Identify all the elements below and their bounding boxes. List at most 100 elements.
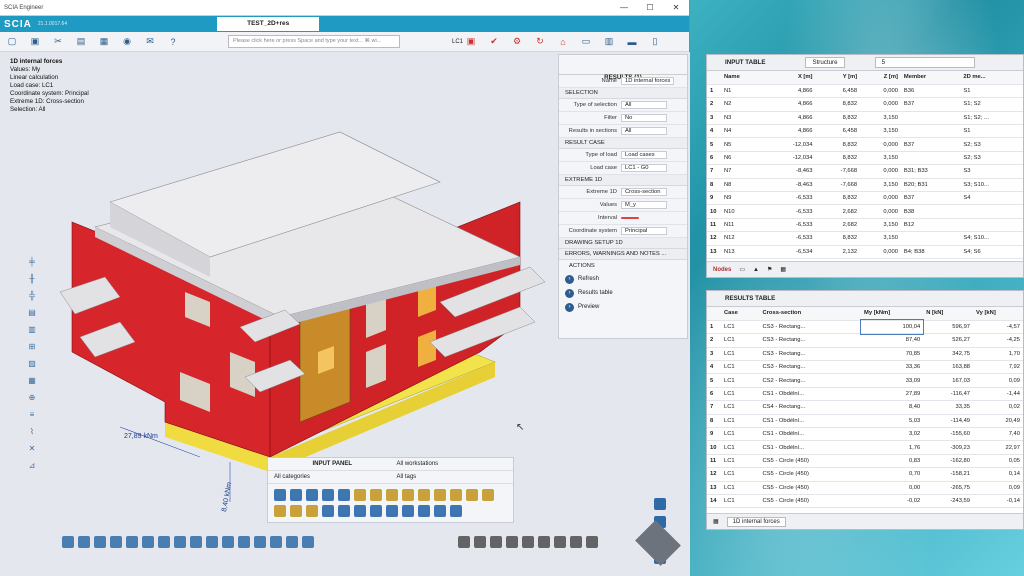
table-cell[interactable]: LC1 [721,347,760,362]
table-cell[interactable]: 3,150 [860,124,901,139]
table-cell[interactable]: 596,97 [923,320,974,335]
table-cell[interactable]: N13 [721,245,765,259]
table-cell[interactable]: N2 [721,97,765,112]
tool-icon[interactable]: ▤ [24,308,40,320]
table-cell[interactable]: CS5 - Circle (450) [759,494,862,509]
table-cell[interactable] [900,124,961,139]
refresh-action[interactable]: › Refresh [559,272,687,286]
results-tab-icon[interactable]: ▦ [713,518,719,525]
table-cell[interactable]: B37 [900,97,961,112]
table-cell[interactable]: -265,75 [923,481,974,495]
table-row[interactable]: 7 N7 -8,463 -7,668 0,000 B31; B33 S3 [707,164,1023,179]
input-tool-icon[interactable] [354,505,366,517]
table-cell[interactable]: 0,09 [973,481,1023,495]
filter-value[interactable]: 5 [874,57,975,68]
table-cell[interactable]: CS5 - Circle (450) [759,481,862,495]
table-cell[interactable]: LC1 [721,333,760,348]
table-cell[interactable]: LC1 [721,467,760,482]
table-cell[interactable]: LC1 [721,360,760,375]
bottom-tool-icon[interactable] [538,536,550,548]
bottom-tool-icon[interactable] [302,536,314,548]
bottom-tool-icon[interactable] [62,536,74,548]
bottom-tool-icon[interactable] [570,536,582,548]
view-icon[interactable]: ◉ [119,35,135,49]
table-cell[interactable]: B12 [900,218,961,233]
table-cell[interactable]: 0,000 [860,137,901,152]
input-tool-icon[interactable] [306,489,318,501]
table-cell[interactable]: 2,682 [815,204,861,219]
bottom-tool-icon[interactable] [238,536,250,548]
table-cell[interactable]: 163,88 [923,360,974,375]
table-cell[interactable]: -116,47 [923,387,974,402]
input-tool-icon[interactable] [354,489,366,501]
table-cell[interactable]: B38 [900,204,961,219]
table-cell[interactable]: N3 [721,111,765,126]
table-cell[interactable]: 14 [707,494,721,509]
settings-tools-icon[interactable]: ✂ [50,35,66,49]
table-cell[interactable]: 8 [707,178,721,193]
table-row[interactable]: 9 N9 -6,533 8,832 0,000 B37 S4 [707,191,1023,206]
document-tab[interactable]: TEST_2D+res [217,17,320,31]
window-icon[interactable]: ▭ [578,35,594,49]
table-cell[interactable]: -6,533 [764,191,816,206]
table-cell[interactable]: 70,85 [861,347,924,362]
section-drawing[interactable]: DRAWING SETUP 1D [559,238,687,249]
table-cell[interactable]: 87,40 [861,333,924,348]
table-cell[interactable]: 0,09 [973,373,1023,388]
table-cell[interactable]: 3,150 [860,111,901,126]
bottom-tool-icon[interactable] [110,536,122,548]
table-cell[interactable]: -4,25 [973,333,1023,348]
table-cell[interactable]: B36 [900,84,961,99]
load-case-selector[interactable]: LC1 [452,39,463,45]
table-row[interactable]: 10 N10 -6,533 2,682 0,000 B38 [707,204,1023,219]
table-cell[interactable] [900,231,961,246]
table-row[interactable]: 12 N12 -6,533 8,832 3,150 S4; S10... [707,231,1023,246]
table-cell[interactable]: 9 [707,427,721,442]
table-cell[interactable]: 0,05 [973,454,1023,469]
table-cell[interactable]: 9 [707,191,721,206]
table-cell[interactable]: LC1 [721,481,760,495]
table-row[interactable]: 3 LC1 CS3 - Rectang... 70,85 342,75 1,70 [707,347,1023,362]
table-cell[interactable]: -8,463 [764,178,816,193]
table-cell[interactable]: CS1 - Obdélní... [759,440,862,455]
table-cell[interactable]: S4; S10... [960,231,1023,246]
table-cell[interactable]: 5,03 [861,414,924,429]
table-cell[interactable]: 342,75 [923,347,974,362]
table-row[interactable]: 6 N6 -12,034 8,832 3,150 S2; S3 [707,151,1023,166]
table-cell[interactable]: 13 [707,481,721,495]
table-cell[interactable]: LC1 [721,387,760,402]
table-cell[interactable]: -6,533 [764,218,816,233]
table-cell[interactable]: -309,23 [923,440,974,455]
table-row[interactable]: 13 LC1 CS5 - Circle (450) 0,00 -265,75 0,09 [707,481,1023,495]
maximize-icon[interactable]: ☐ [637,3,663,12]
table-row[interactable]: 10 LC1 CS1 - Obdélní... 1,76 -309,23 22,97 [707,440,1023,455]
section-extreme[interactable]: EXTREME 1D [559,175,687,186]
input-tool-icon[interactable] [274,505,286,517]
table-cell[interactable]: CS5 - Circle (450) [759,467,862,482]
bottom-tool-icon[interactable] [458,536,470,548]
table-cell[interactable]: -155,60 [923,427,974,442]
structure-filter[interactable]: Structure [805,57,845,68]
table-cell[interactable]: S1 [960,84,1023,99]
table-cell[interactable]: 10 [707,440,721,455]
table-row[interactable]: 12 LC1 CS5 - Circle (450) 0,70 -158,21 0,14 [707,467,1023,482]
table-cell[interactable]: 8,832 [815,151,861,166]
table-cell[interactable]: 22,97 [973,440,1023,455]
table-cell[interactable]: -6,534 [764,245,816,259]
table-cell[interactable]: 0,000 [860,84,901,99]
extreme-1d-select[interactable]: Cross-section [621,188,667,196]
coordinate-system-select[interactable]: Principal [621,227,667,235]
table-cell[interactable]: 6 [707,387,721,402]
tool-icon[interactable]: ▥ [24,325,40,337]
table-cell[interactable]: 1,76 [861,440,924,455]
table-cell[interactable]: 4,866 [764,84,816,99]
input-tool-icon[interactable] [322,489,334,501]
table-cell[interactable]: -0,02 [861,494,924,509]
table-cell[interactable]: 3 [707,347,721,362]
table-cell[interactable]: 8,40 [861,400,924,415]
tool-icon[interactable]: ▨ [24,359,40,371]
structure-icon[interactable]: ⌂ [555,35,571,49]
section-errors[interactable]: ERRORS, WARNINGS AND NOTES ... [559,249,687,260]
table-cell[interactable] [900,111,961,126]
table-cell[interactable]: -4,57 [973,320,1023,335]
